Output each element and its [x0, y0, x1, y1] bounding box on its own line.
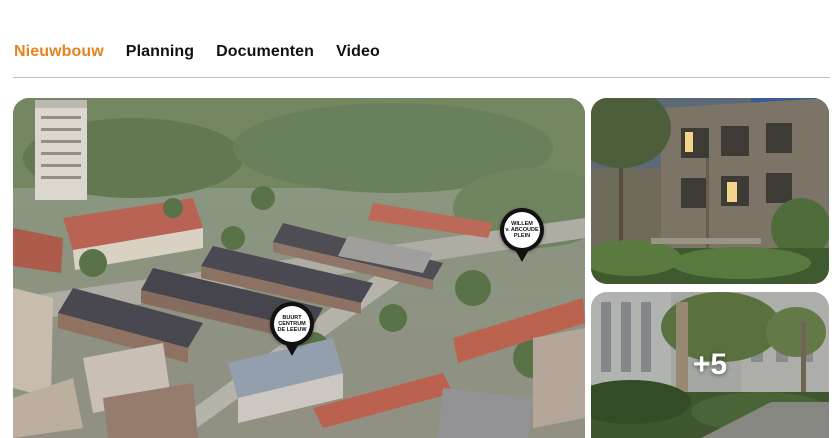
aerial-neighbourhood-photo [13, 98, 585, 438]
apartment-building-garden-photo [591, 98, 829, 284]
marker-tip [513, 246, 531, 262]
tab-video[interactable]: Video [336, 43, 380, 61]
tab-documenten[interactable]: Documenten [216, 43, 314, 61]
tabs-divider [13, 77, 830, 78]
gallery-side-bottom-photo[interactable]: +5 [591, 292, 829, 438]
tab-nieuwbouw[interactable]: Nieuwbouw [14, 43, 104, 61]
more-photos-count[interactable]: +5 [591, 292, 829, 438]
marker-label: WILLEM v. ABCOUDE PLEIN [504, 212, 540, 248]
project-tabs: Nieuwbouw Planning Documenten Video [14, 40, 380, 64]
marker-label: BUURT CENTRUM DE LEEUW [274, 306, 310, 342]
map-marker-willem[interactable]: WILLEM v. ABCOUDE PLEIN [500, 208, 544, 264]
marker-tip [283, 340, 301, 356]
tab-planning[interactable]: Planning [126, 43, 194, 61]
gallery-main-photo[interactable]: WILLEM v. ABCOUDE PLEIN BUURT CENTRUM DE… [13, 98, 585, 438]
map-marker-buurtcentrum[interactable]: BUURT CENTRUM DE LEEUW [270, 302, 314, 358]
gallery-side-top-photo[interactable] [591, 98, 829, 284]
